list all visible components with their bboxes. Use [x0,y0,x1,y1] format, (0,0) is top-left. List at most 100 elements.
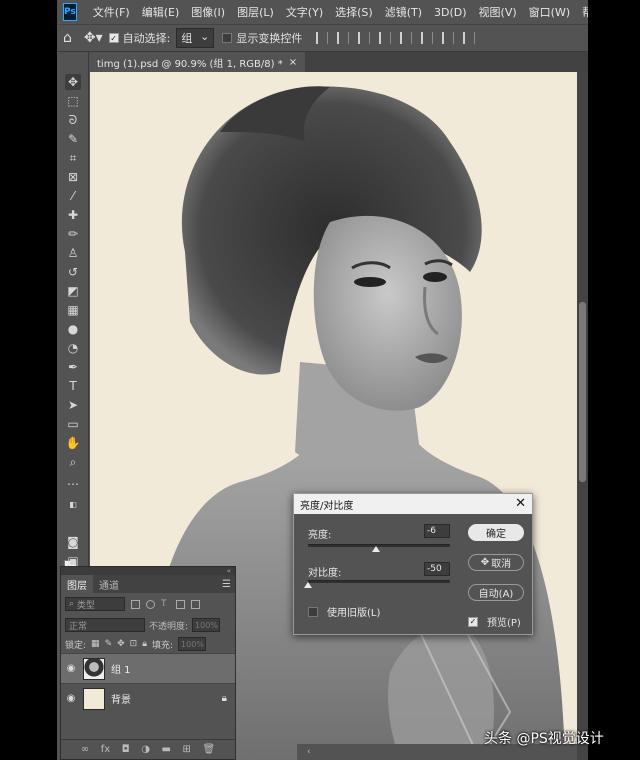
layer-filter-select[interactable]: ⌕ 类型 [65,597,125,611]
panel-menu-icon[interactable]: ☰ [222,575,235,593]
link-layers-icon[interactable]: ∞ [81,744,89,755]
preview-option[interactable]: ✓ 预览(P) [468,614,521,629]
lasso-tool-icon[interactable]: ᘐ [65,112,81,128]
brush-tool-icon[interactable]: ✏ [65,226,81,242]
panel-collapse-bar[interactable]: « [61,567,235,575]
brightness-contrast-dialog: 亮度/对比度 ✕ 亮度: -6 对比度: -50 使用旧版(L) 确定 ✥ 取消… [293,493,533,635]
contrast-slider-knob[interactable] [304,582,312,588]
new-layer-icon[interactable]: ⊞ [183,744,191,755]
left-letterbox [0,0,57,760]
visibility-eye-icon[interactable]: ◉ [65,693,77,704]
menu-edit[interactable]: 编辑(E) [136,4,186,20]
gradient-tool-icon[interactable]: ▦ [65,302,81,318]
new-group-icon[interactable]: ▬ [161,744,170,755]
preview-checkbox[interactable]: ✓ [468,616,478,627]
home-icon[interactable]: ⌂ [57,30,78,46]
show-transform-checkbox[interactable] [222,33,233,43]
hand-tool-icon[interactable]: ✋ [65,435,81,451]
crop-tool-icon[interactable]: ⌗ [65,150,81,166]
ok-button[interactable]: 确定 [468,524,524,541]
filter-type-icon[interactable]: T [161,599,170,609]
type-tool-icon[interactable]: T [65,378,81,394]
menu-file[interactable]: 文件(F) [87,4,136,20]
fill-input[interactable]: 100% [178,637,207,651]
auto-select-checkbox[interactable]: ✓ [108,33,119,43]
menu-layer[interactable]: 图层(L) [231,4,280,20]
dialog-title-bar[interactable]: 亮度/对比度 ✕ [294,494,532,514]
align-middle-icon[interactable] [400,32,413,44]
menu-3d[interactable]: 3D(D) [428,6,473,19]
menu-type[interactable]: 文字(Y) [280,4,329,20]
distribute-h-icon[interactable] [463,32,476,44]
opacity-input[interactable]: 100% [192,618,221,632]
history-brush-tool-icon[interactable]: ↺ [65,264,81,280]
tab-channels[interactable]: 通道 [93,575,125,593]
eraser-tool-icon[interactable]: ◩ [65,283,81,299]
scrollbar-thumb[interactable] [579,302,586,482]
menu-filter[interactable]: 滤镜(T) [379,4,428,20]
preview-label: 预览(P) [487,618,521,629]
auto-select-dropdown[interactable]: 组 ⌄ [176,28,215,48]
quick-select-tool-icon[interactable]: ✎ [65,131,81,147]
legacy-checkbox[interactable] [308,606,318,617]
align-right-icon[interactable] [358,32,371,44]
legacy-option[interactable]: 使用旧版(L) [308,604,380,619]
distribute-icon[interactable] [442,32,455,44]
marquee-tool-icon[interactable]: ⬚ [65,93,81,109]
close-icon[interactable]: × [289,57,297,68]
add-mask-icon[interactable]: ◘ [122,744,130,755]
blend-mode-select[interactable]: 正常 [65,618,145,632]
visibility-eye-icon[interactable]: ◉ [65,663,77,674]
filter-adjustment-icon[interactable] [146,599,155,609]
rectangle-tool-icon[interactable]: ▭ [65,416,81,432]
path-select-tool-icon[interactable]: ➤ [65,397,81,413]
layer-row-background[interactable]: ◉ 背景 🔒︎ [61,683,235,713]
contrast-slider-track[interactable] [308,580,450,583]
delete-layer-icon[interactable]: 🗑︎ [202,744,215,755]
filter-smart-object-icon[interactable] [191,599,200,609]
lock-pixels-icon[interactable]: ✎ [105,639,113,649]
filter-shape-icon[interactable] [176,599,185,609]
lock-all-icon[interactable]: 🔒︎ [142,639,147,649]
move-tool-preset-icon[interactable]: ✥▾ [78,30,109,46]
tab-layers[interactable]: 图层 [61,575,93,593]
dodge-tool-icon[interactable]: ◔ [65,340,81,356]
menu-view[interactable]: 视图(V) [473,4,523,20]
menu-image[interactable]: 图像(I) [185,4,231,20]
brightness-input[interactable]: -6 [424,524,450,538]
align-left-icon[interactable] [316,32,329,44]
contrast-input[interactable]: -50 [424,562,450,576]
scroll-left-icon[interactable]: ‹ [307,747,311,757]
eyedropper-tool-icon[interactable]: ⁄ [65,188,81,204]
canvas-vertical-scrollbar[interactable] [577,72,588,760]
filter-pixel-icon[interactable] [131,599,140,609]
lock-position-icon[interactable]: ✥ [117,639,125,649]
auto-button[interactable]: 自动(A) [468,584,524,601]
lock-artboard-icon[interactable]: ⊡ [130,639,138,649]
brightness-slider-knob[interactable] [372,546,381,552]
lock-transparent-icon[interactable]: ▦ [91,639,100,649]
blur-tool-icon[interactable]: ● [65,321,81,337]
menu-help[interactable]: 帮助 [576,4,588,20]
close-icon[interactable]: ✕ [515,496,526,511]
cancel-button[interactable]: ✥ 取消 [468,554,524,571]
menu-window[interactable]: 窗口(W) [523,4,576,20]
menu-select[interactable]: 选择(S) [329,4,379,20]
frame-tool-icon[interactable]: ⊠ [65,169,81,185]
pen-tool-icon[interactable]: ✒ [65,359,81,375]
adjustment-layer-icon[interactable]: ◑ [141,744,150,755]
quick-mask-icon[interactable]: ◙ [65,534,81,550]
align-top-icon[interactable] [379,32,392,44]
layers-panel-tabs: 图层 通道 ☰ [61,575,235,593]
zoom-tool-icon[interactable]: ⌕ [65,454,81,470]
healing-brush-tool-icon[interactable]: ✚ [65,207,81,223]
clone-stamp-tool-icon[interactable]: ♙ [65,245,81,261]
align-center-icon[interactable] [337,32,350,44]
document-tab[interactable]: timg (1).psd @ 90.9% (组 1, RGB/8) * × [89,52,306,72]
move-tool-icon[interactable]: ✥ [65,74,81,90]
layer-row-group-1[interactable]: ◉ 组 1 [61,653,235,683]
more-tools-icon[interactable]: ⋯ [65,476,81,492]
default-colors-icon[interactable]: ◧ [65,496,81,512]
align-bottom-icon[interactable] [421,32,434,44]
layer-style-icon[interactable]: fx [101,744,110,755]
